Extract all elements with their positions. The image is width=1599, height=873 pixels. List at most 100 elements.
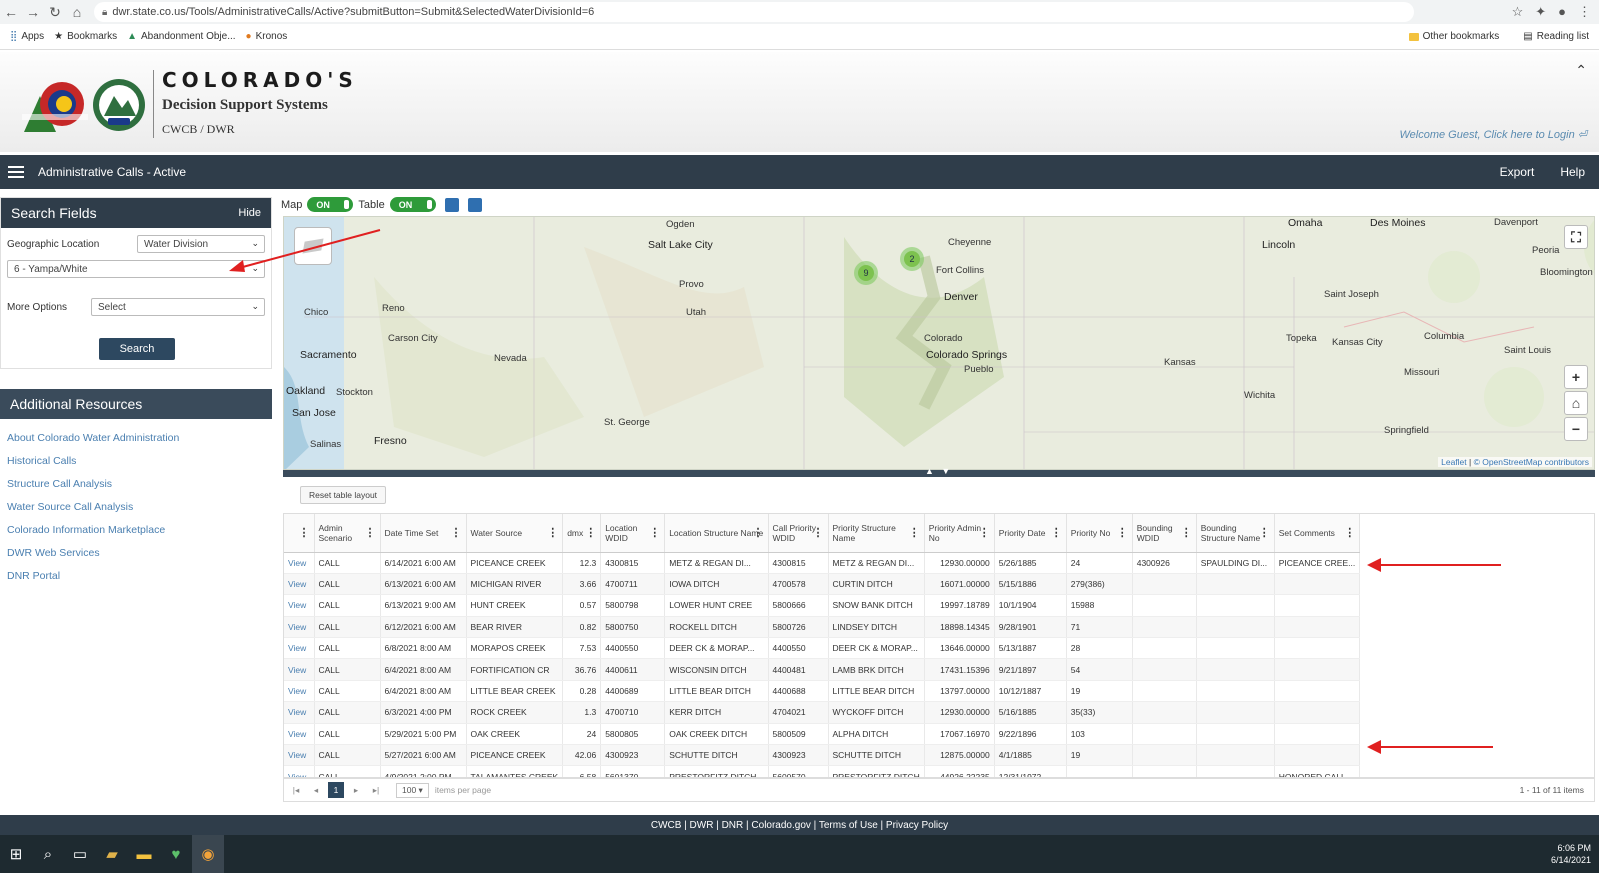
link-water-source-call-analysis[interactable]: Water Source Call Analysis — [7, 496, 265, 519]
column-header[interactable]: Set Comments ⋮ — [1274, 514, 1361, 553]
home-extent-icon[interactable]: ⌂ — [1564, 391, 1588, 415]
map-cluster-marker[interactable]: 9 — [854, 261, 878, 285]
table-toggle[interactable]: ON — [389, 197, 436, 212]
map-cluster-marker[interactable]: 2 — [900, 247, 924, 271]
column-header[interactable]: Location Structure Name ⋮ — [664, 514, 769, 553]
bookmark-bookmarks[interactable]: ★ Bookmarks — [54, 31, 117, 42]
search-button[interactable]: Search — [99, 338, 175, 360]
task-view-icon[interactable]: ▭ — [64, 835, 96, 873]
column-header[interactable]: Date Time Set ⋮ — [380, 514, 467, 553]
link-information-marketplace[interactable]: Colorado Information Marketplace — [7, 519, 265, 542]
menu-icon[interactable]: ⋮ — [1578, 4, 1591, 20]
file-explorer-icon[interactable]: ▬ — [128, 835, 160, 873]
link-structure-call-analysis[interactable]: Structure Call Analysis — [7, 473, 265, 496]
table-row[interactable]: View CALL 6/14/2021 6:00 AM PICEANCE CREEK 1… — [284, 552, 1361, 574]
view-link[interactable]: View — [284, 658, 315, 681]
other-bookmarks[interactable]: Other bookmarks — [1408, 31, 1499, 42]
hamburger-menu-icon[interactable] — [8, 166, 24, 178]
export-link[interactable]: Export — [1500, 165, 1535, 179]
link-dnr-portal[interactable]: DNR Portal — [7, 565, 265, 588]
link-historical-calls[interactable]: Historical Calls — [7, 450, 265, 473]
last-page-icon[interactable]: ▸| — [368, 782, 384, 798]
table-row[interactable]: View CALL 6/13/2021 6:00 AM MICHIGAN RIVER 3… — [284, 573, 1361, 596]
column-header[interactable]: Priority Structure Name ⋮ — [828, 514, 925, 553]
view-link[interactable]: View — [284, 594, 315, 617]
view-link[interactable]: View — [284, 680, 315, 703]
view-link[interactable]: View — [284, 616, 315, 639]
view-link[interactable]: View — [284, 744, 315, 767]
leaflet-link[interactable]: Leaflet — [1441, 457, 1467, 467]
column-header[interactable]: Priority No ⋮ — [1066, 514, 1133, 553]
table-row[interactable]: View CALL 6/12/2021 6:00 AM BEAR RIVER 0.82 5… — [284, 616, 1361, 639]
app-icon[interactable]: ♥ — [160, 835, 192, 873]
prev-page-icon[interactable]: ◂ — [308, 782, 324, 798]
more-options-select[interactable]: Select ⌄ — [91, 298, 265, 316]
view-link[interactable]: View — [284, 637, 315, 660]
bookmark-apps[interactable]: ⣿ Apps — [10, 31, 44, 42]
layout-icon[interactable] — [467, 197, 482, 212]
link-dwr-web-services[interactable]: DWR Web Services — [7, 542, 265, 565]
column-header[interactable]: Bounding Structure Name ⋮ — [1196, 514, 1275, 553]
help-link[interactable]: Help — [1560, 165, 1585, 179]
page-size-select[interactable]: 100 ▾ — [396, 782, 429, 798]
table-row[interactable]: View CALL 6/13/2021 9:00 AM HUNT CREEK 0.57 5… — [284, 594, 1361, 617]
zoom-in-button[interactable]: + — [1564, 365, 1588, 389]
table-row[interactable]: View CALL 4/9/2021 2:00 PM TALAMANTES CREEK… — [284, 765, 1361, 777]
column-header[interactable]: Priority Admin No ⋮ — [924, 514, 995, 553]
site-footer[interactable]: CWCB | DWR | DNR | Colorado.gov | Terms … — [0, 815, 1599, 835]
table-cell: 12930.00000 — [924, 552, 995, 574]
column-header[interactable]: Water Source ⋮ — [466, 514, 564, 553]
column-header[interactable]: Priority Date ⋮ — [994, 514, 1067, 553]
forward-icon[interactable]: → — [22, 4, 44, 20]
store-icon[interactable]: ▰ — [96, 835, 128, 873]
table-row[interactable]: View CALL 6/8/2021 8:00 AM MORAPOS CREEK 7.5… — [284, 637, 1361, 660]
table-row[interactable]: View CALL 5/27/2021 6:00 AM PICEANCE CREEK 4… — [284, 744, 1361, 767]
reload-icon[interactable]: ↻ — [44, 4, 66, 21]
profile-icon[interactable]: ● — [1558, 4, 1566, 20]
home-icon[interactable]: ⌂ — [66, 4, 88, 20]
table-row[interactable]: View CALL 6/3/2021 4:00 PM ROCK CREEK 1.3 470… — [284, 701, 1361, 724]
bookmark-abandonment[interactable]: ▲ Abandonment Obje... — [127, 31, 235, 42]
login-link[interactable]: Welcome Guest, Click here to Login ⏎ — [1399, 128, 1587, 141]
map-view[interactable]: ⛶ + ⌂ − Ogden Salt Lake City Provo Utah … — [283, 216, 1595, 470]
view-link[interactable]: View — [284, 765, 315, 777]
address-bar[interactable]: 🔒︎ dwr.state.co.us/Tools/AdministrativeC… — [94, 2, 1414, 22]
collapse-header-icon[interactable]: ⌃ — [1575, 62, 1587, 79]
hide-link[interactable]: Hide — [238, 207, 261, 219]
view-link[interactable]: View — [284, 701, 315, 724]
fullscreen-icon[interactable]: ⛶ — [1564, 225, 1588, 249]
column-header[interactable]: Bounding WDID ⋮ — [1132, 514, 1197, 553]
map-label: Springfield — [1384, 425, 1429, 436]
first-page-icon[interactable]: |◂ — [288, 782, 304, 798]
search-icon[interactable]: ⌕ — [32, 835, 64, 873]
column-header[interactable]: dmx ⋮ — [562, 514, 602, 553]
bookmark-kronos[interactable]: ● Kronos — [246, 31, 288, 42]
view-link[interactable]: View — [284, 552, 315, 574]
next-page-icon[interactable]: ▸ — [348, 782, 364, 798]
column-header[interactable]: Admin Scenario ⋮ — [314, 514, 381, 553]
chrome-icon[interactable]: ◉ — [192, 835, 224, 873]
map-toggle[interactable]: ON — [307, 197, 354, 212]
table-row[interactable]: View CALL 6/4/2021 8:00 AM LITTLE BEAR CREE… — [284, 680, 1361, 703]
column-header[interactable]: ⋮ — [284, 514, 315, 553]
back-icon[interactable]: ← — [0, 4, 22, 20]
column-header[interactable]: Location WDID ⋮ — [600, 514, 666, 553]
extensions-icon[interactable]: ✦ — [1535, 4, 1546, 20]
zoom-out-button[interactable]: − — [1564, 417, 1588, 441]
system-clock[interactable]: 6:06 PM 6/14/2021 — [1551, 842, 1591, 866]
link-about-water-admin[interactable]: About Colorado Water Administration — [7, 427, 265, 450]
star-icon[interactable]: ☆ — [1512, 4, 1524, 20]
table-cell — [1196, 658, 1275, 681]
table-row[interactable]: View CALL 6/4/2021 8:00 AM FORTIFICATION CR… — [284, 658, 1361, 681]
windows-start-icon[interactable]: ⊞ — [0, 835, 32, 873]
view-link[interactable]: View — [284, 723, 315, 746]
view-link[interactable]: View — [284, 573, 315, 596]
table-row[interactable]: View CALL 5/29/2021 5:00 PM OAK CREEK 24 5800… — [284, 723, 1361, 746]
column-header[interactable]: Call Priority WDID ⋮ — [768, 514, 829, 553]
page-number-button[interactable]: 1 — [328, 782, 344, 798]
reading-list[interactable]: ▤ Reading list — [1523, 31, 1589, 42]
osm-link[interactable]: © OpenStreetMap contributors — [1474, 457, 1589, 467]
refresh-icon[interactable] — [444, 197, 459, 212]
reset-table-layout-button[interactable]: Reset table layout — [300, 486, 387, 504]
splitter-arrows-icon[interactable]: ▲ ▼ — [925, 466, 950, 476]
